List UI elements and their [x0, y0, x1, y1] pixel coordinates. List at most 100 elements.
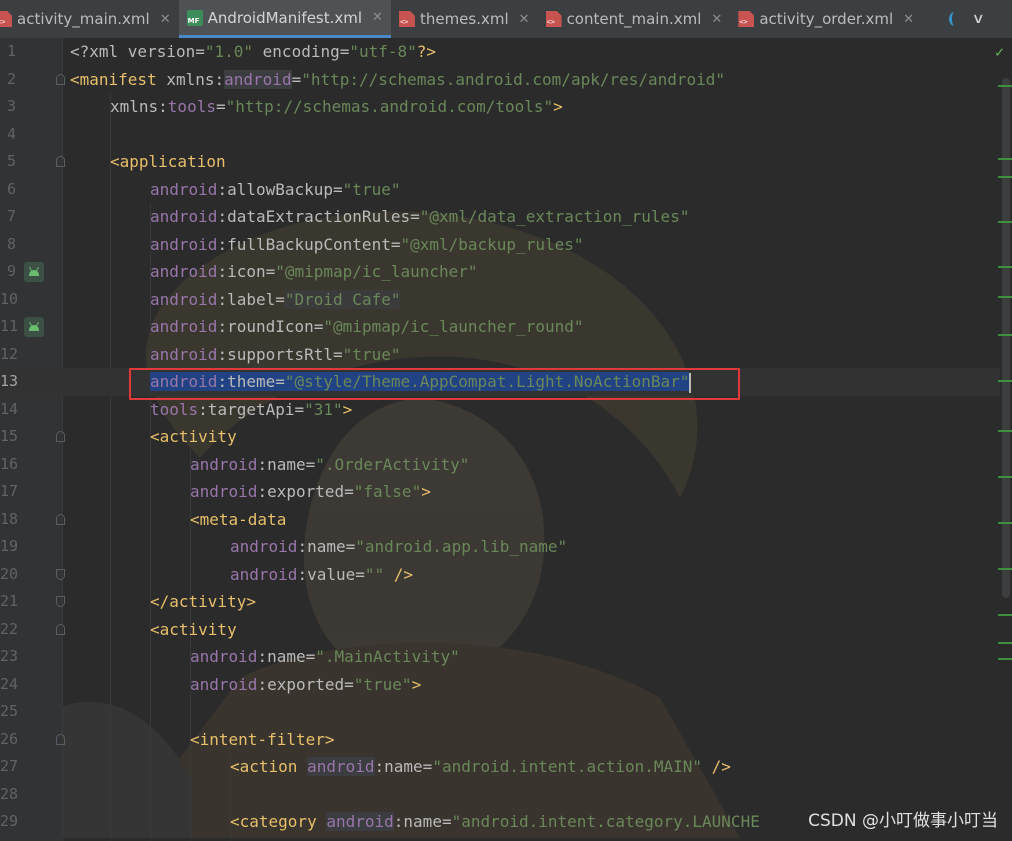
- fold-toggle-icon[interactable]: [56, 568, 65, 580]
- fold-toggle-icon[interactable]: [56, 513, 65, 525]
- code-line[interactable]: 1 <?xml version="1.0" encoding="utf-8"?>: [0, 38, 1000, 66]
- code-line[interactable]: 22 <activity: [0, 616, 1000, 644]
- line-number: 4: [6, 124, 16, 143]
- change-marker[interactable]: [998, 296, 1012, 298]
- line-number: 24: [0, 674, 19, 693]
- code-line[interactable]: 28: [0, 781, 1000, 809]
- change-marker[interactable]: [998, 85, 1012, 87]
- change-marker[interactable]: [998, 380, 1012, 382]
- change-marker[interactable]: [998, 658, 1012, 660]
- line-number: 10: [0, 289, 19, 308]
- line-number: 15: [0, 427, 19, 445]
- watermark-text: CSDN @小叮做事小叮当: [808, 811, 998, 831]
- close-icon[interactable]: ✕: [372, 10, 383, 25]
- line-number: 14: [0, 399, 19, 418]
- check-mark-icon[interactable]: ✓: [995, 43, 1004, 61]
- code-line[interactable]: 6 android:allowBackup="true": [0, 176, 1000, 204]
- vertical-scrollbar[interactable]: [1002, 78, 1010, 598]
- code-editor[interactable]: 1 <?xml version="1.0" encoding="utf-8"?>…: [0, 38, 1012, 841]
- code-line[interactable]: 17 android:exported="false">: [0, 478, 1000, 506]
- line-content: <action android:name="android.intent.act…: [230, 757, 731, 776]
- tab-android-manifest[interactable]: AndroidManifest.xml ✕: [178, 0, 391, 38]
- xml-file-icon: [0, 11, 12, 27]
- close-icon[interactable]: ✕: [711, 12, 722, 27]
- code-line[interactable]: 7 android:dataExtractionRules="@xml/data…: [0, 203, 1000, 231]
- code-line[interactable]: 18 <meta-data: [0, 506, 1000, 534]
- code-line[interactable]: 27 <action android:name="android.intent.…: [0, 753, 1000, 781]
- code-line[interactable]: 24 android:exported="true">: [0, 671, 1000, 699]
- change-marker[interactable]: [998, 476, 1012, 478]
- change-marker[interactable]: [998, 568, 1012, 570]
- line-content: android:allowBackup="true": [150, 179, 401, 199]
- line-number: 29: [0, 812, 19, 830]
- code-line[interactable]: 16 android:name=".OrderActivity": [0, 451, 1000, 479]
- chevron-down-icon[interactable]: ∨: [972, 11, 984, 27]
- code-line[interactable]: 25: [0, 698, 1000, 726]
- code-line[interactable]: 10 android:label="Droid Cafe": [0, 286, 1000, 314]
- line-number: 27: [0, 757, 19, 775]
- change-marker[interactable]: [998, 522, 1012, 524]
- line-number: 16: [0, 454, 19, 473]
- fold-toggle-icon[interactable]: [56, 733, 65, 745]
- line-number: 22: [0, 619, 19, 638]
- line-number: 8: [6, 234, 16, 253]
- code-line[interactable]: 26 <intent-filter>: [0, 726, 1000, 754]
- change-marker[interactable]: [998, 176, 1012, 178]
- line-content: android:exported="true">: [190, 674, 422, 694]
- line-number: 19: [0, 537, 19, 555]
- android-icon[interactable]: [24, 262, 44, 282]
- code-line[interactable]: 21 </activity>: [0, 588, 1000, 616]
- change-marker[interactable]: [998, 430, 1012, 432]
- code-line[interactable]: 2 <manifest xmlns:android="http://schema…: [0, 66, 1000, 94]
- xml-file-icon: [398, 11, 415, 27]
- partial-tab-icon: [948, 12, 960, 26]
- line-number: 3: [6, 97, 16, 115]
- code-line[interactable]: 4: [0, 121, 1000, 149]
- fold-toggle-icon[interactable]: [56, 596, 65, 607]
- line-content: <manifest xmlns:android="http://schemas.…: [70, 69, 726, 89]
- code-line[interactable]: 20 android:value="" />: [0, 561, 1000, 589]
- close-icon[interactable]: ✕: [903, 12, 914, 27]
- tab-activity-order[interactable]: activity_order.xml ✕: [730, 0, 922, 38]
- change-marker[interactable]: [998, 334, 1012, 336]
- change-marker[interactable]: [998, 614, 1012, 616]
- line-number: 20: [0, 564, 19, 583]
- fold-toggle-icon[interactable]: [56, 156, 65, 167]
- close-icon[interactable]: ✕: [160, 12, 171, 27]
- line-number: 23: [0, 647, 19, 665]
- tab-content-main[interactable]: content_main.xml ✕: [538, 0, 731, 38]
- tab-overflow-area: ∨: [934, 0, 1012, 38]
- line-content: android:name=".OrderActivity": [190, 454, 470, 474]
- code-line[interactable]: 5 <application: [0, 148, 1000, 176]
- line-number: 12: [0, 344, 19, 363]
- fold-toggle-icon[interactable]: [56, 431, 65, 442]
- line-number: 1: [6, 42, 16, 60]
- close-icon[interactable]: ✕: [519, 12, 530, 27]
- fold-toggle-icon[interactable]: [56, 623, 65, 635]
- code-line[interactable]: 19 android:name="android.app.lib_name": [0, 533, 1000, 561]
- fold-toggle-icon[interactable]: [56, 73, 65, 85]
- line-content: android:value="" />: [230, 564, 414, 584]
- code-line[interactable]: 11 android:roundIcon="@mipmap/ic_launche…: [0, 313, 1000, 341]
- code-line[interactable]: 15 <activity: [0, 423, 1000, 451]
- change-marker[interactable]: [998, 266, 1012, 268]
- change-marker[interactable]: [998, 642, 1012, 644]
- line-content: <application: [110, 152, 226, 171]
- code-line[interactable]: 8 android:fullBackupContent="@xml/backup…: [0, 231, 1000, 259]
- line-number: 25: [0, 702, 19, 720]
- xml-file-icon: [738, 11, 755, 27]
- line-content: android:name=".MainActivity": [190, 647, 460, 666]
- line-content: android:dataExtractionRules="@xml/data_e…: [150, 207, 690, 226]
- line-content: </activity>: [150, 592, 256, 611]
- code-line[interactable]: 12 android:supportsRtl="true": [0, 341, 1000, 369]
- android-icon[interactable]: [24, 317, 44, 337]
- tab-themes[interactable]: themes.xml ✕: [391, 0, 538, 38]
- line-number: 2: [6, 69, 16, 88]
- code-line[interactable]: 3 xmlns:tools="http://schemas.android.co…: [0, 93, 1000, 121]
- line-content: android:supportsRtl="true": [150, 344, 401, 364]
- change-marker[interactable]: [998, 221, 1012, 223]
- code-line[interactable]: 23 android:name=".MainActivity": [0, 643, 1000, 671]
- change-marker[interactable]: [998, 158, 1012, 160]
- tab-activity-main[interactable]: activity_main.xml ✕: [0, 0, 179, 38]
- code-line[interactable]: 9 android:icon="@mipmap/ic_launcher": [0, 258, 1000, 286]
